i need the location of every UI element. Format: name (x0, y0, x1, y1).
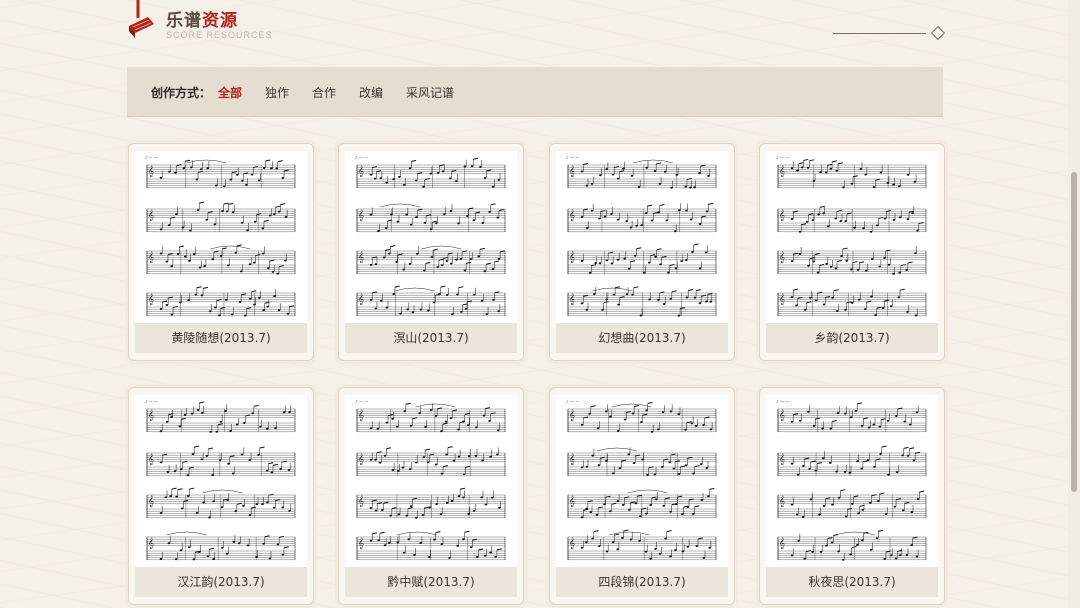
svg-text:𝄞: 𝄞 (148, 537, 154, 549)
sheet-music-thumbnail: 𝄞 𝄞 𝄞 𝄞 ♪ — — (766, 395, 938, 567)
filter-label: 创作方式： (151, 86, 212, 100)
svg-text:𝄞: 𝄞 (779, 165, 785, 177)
svg-text:𝄞: 𝄞 (569, 537, 575, 549)
score-card[interactable]: 𝄞 𝄞 𝄞 𝄞 ♪ — — 溟山(2013.7) (338, 143, 524, 361)
score-title: 幻想曲(2013.7) (556, 323, 728, 353)
filter-option-collaboration[interactable]: 合作 (312, 84, 336, 101)
svg-text:𝄞: 𝄞 (569, 165, 575, 177)
svg-text:𝄞: 𝄞 (358, 537, 364, 549)
filter-option-field-transcription[interactable]: 采风记谱 (406, 84, 454, 101)
svg-text:𝄞: 𝄞 (569, 293, 575, 305)
svg-text:𝄞: 𝄞 (148, 165, 154, 177)
score-title: 四段锦(2013.7) (556, 567, 728, 597)
svg-text:𝄞: 𝄞 (569, 453, 575, 465)
svg-text:𝄞: 𝄞 (779, 293, 785, 305)
svg-text:𝄞: 𝄞 (358, 293, 364, 305)
svg-text:𝄞: 𝄞 (148, 209, 154, 221)
svg-text:♪ — —: ♪ — — (355, 399, 368, 404)
score-title: 秋夜思(2013.7) (766, 567, 938, 597)
page-title-part1: 乐谱 (166, 11, 202, 31)
sheet-music-thumbnail: 𝄞 𝄞 𝄞 𝄞 ♪ — — (135, 151, 307, 323)
svg-text:𝄞: 𝄞 (569, 409, 575, 421)
score-card[interactable]: 𝄞 𝄞 𝄞 𝄞 ♪ — — 黔中赋(2013.7) (338, 387, 524, 605)
vertical-scrollbar[interactable] (1068, 0, 1080, 608)
svg-text:𝄞: 𝄞 (148, 409, 154, 421)
page-subtitle: SCORE RESOURCES (166, 30, 273, 40)
svg-text:𝄞: 𝄞 (148, 251, 154, 263)
score-title: 汉江韵(2013.7) (135, 567, 307, 597)
score-card[interactable]: 𝄞 𝄞 𝄞 𝄞 ♪ — — 黄陵随想(2013.7) (128, 143, 314, 361)
svg-text:𝄞: 𝄞 (358, 165, 364, 177)
svg-text:♪ — —: ♪ — — (145, 399, 158, 404)
sheet-music-thumbnail: 𝄞 𝄞 𝄞 𝄞 ♪ — — (345, 395, 517, 567)
svg-text:𝄞: 𝄞 (358, 453, 364, 465)
svg-text:𝄞: 𝄞 (358, 495, 364, 507)
scrollbar-thumb[interactable] (1071, 172, 1077, 492)
svg-text:𝄞: 𝄞 (779, 495, 785, 507)
svg-text:𝄞: 𝄞 (779, 251, 785, 263)
score-title: 溟山(2013.7) (345, 323, 517, 353)
svg-text:𝄞: 𝄞 (358, 409, 364, 421)
svg-text:𝄞: 𝄞 (779, 209, 785, 221)
svg-text:𝄞: 𝄞 (779, 537, 785, 549)
sheet-music-thumbnail: 𝄞 𝄞 𝄞 𝄞 ♪ — — (556, 395, 728, 567)
svg-text:𝄞: 𝄞 (569, 495, 575, 507)
sheet-music-thumbnail: 𝄞 𝄞 𝄞 𝄞 ♪ — — (345, 151, 517, 323)
filter-option-all[interactable]: 全部 (218, 84, 242, 101)
svg-text:𝄞: 𝄞 (358, 251, 364, 263)
svg-text:♪ — —: ♪ — — (566, 399, 579, 404)
book-ribbon-logo-icon (129, 0, 154, 38)
svg-text:𝄞: 𝄞 (358, 209, 364, 221)
svg-text:♪ — —: ♪ — — (566, 155, 579, 160)
svg-text:𝄞: 𝄞 (569, 251, 575, 263)
sheet-music-thumbnail: 𝄞 𝄞 𝄞 𝄞 ♪ — — (556, 151, 728, 323)
sheet-music-thumbnail: 𝄞 𝄞 𝄞 𝄞 ♪ — — (135, 395, 307, 567)
svg-text:𝄞: 𝄞 (779, 453, 785, 465)
page-title-part2: 资源 (202, 11, 238, 31)
score-title: 黄陵随想(2013.7) (135, 323, 307, 353)
score-card[interactable]: 𝄞 𝄞 𝄞 𝄞 ♪ — — 幻想曲(2013.7) (549, 143, 735, 361)
diamond-icon (930, 25, 946, 41)
decorative-line (833, 33, 926, 34)
sheet-music-thumbnail: 𝄞 𝄞 𝄞 𝄞 ♪ — — (766, 151, 938, 323)
svg-text:𝄞: 𝄞 (148, 495, 154, 507)
svg-text:𝄞: 𝄞 (569, 209, 575, 221)
filter-option-adaptation[interactable]: 改编 (359, 84, 383, 101)
svg-text:♪ — —: ♪ — — (776, 399, 789, 404)
score-title: 乡韵(2013.7) (766, 323, 938, 353)
svg-text:𝄞: 𝄞 (148, 453, 154, 465)
creation-method-filter-bar: 创作方式： 全部 独作 合作 改编 采风记谱 (127, 67, 943, 117)
svg-text:♪ — —: ♪ — — (776, 155, 789, 160)
svg-text:𝄞: 𝄞 (148, 293, 154, 305)
filter-option-solo[interactable]: 独作 (265, 84, 289, 101)
svg-text:♪ — —: ♪ — — (145, 155, 158, 160)
page-title: 乐谱资源 (166, 6, 238, 31)
svg-text:♪ — —: ♪ — — (355, 155, 368, 160)
score-title: 黔中赋(2013.7) (345, 567, 517, 597)
score-card[interactable]: 𝄞 𝄞 𝄞 𝄞 ♪ — — 乡韵(2013.7) (759, 143, 945, 361)
score-card[interactable]: 𝄞 𝄞 𝄞 𝄞 ♪ — — 四段锦(2013.7) (549, 387, 735, 605)
score-card[interactable]: 𝄞 𝄞 𝄞 𝄞 ♪ — — 汉江韵(2013.7) (128, 387, 314, 605)
svg-text:𝄞: 𝄞 (779, 409, 785, 421)
score-card[interactable]: 𝄞 𝄞 𝄞 𝄞 ♪ — — 秋夜思(2013.7) (759, 387, 945, 605)
